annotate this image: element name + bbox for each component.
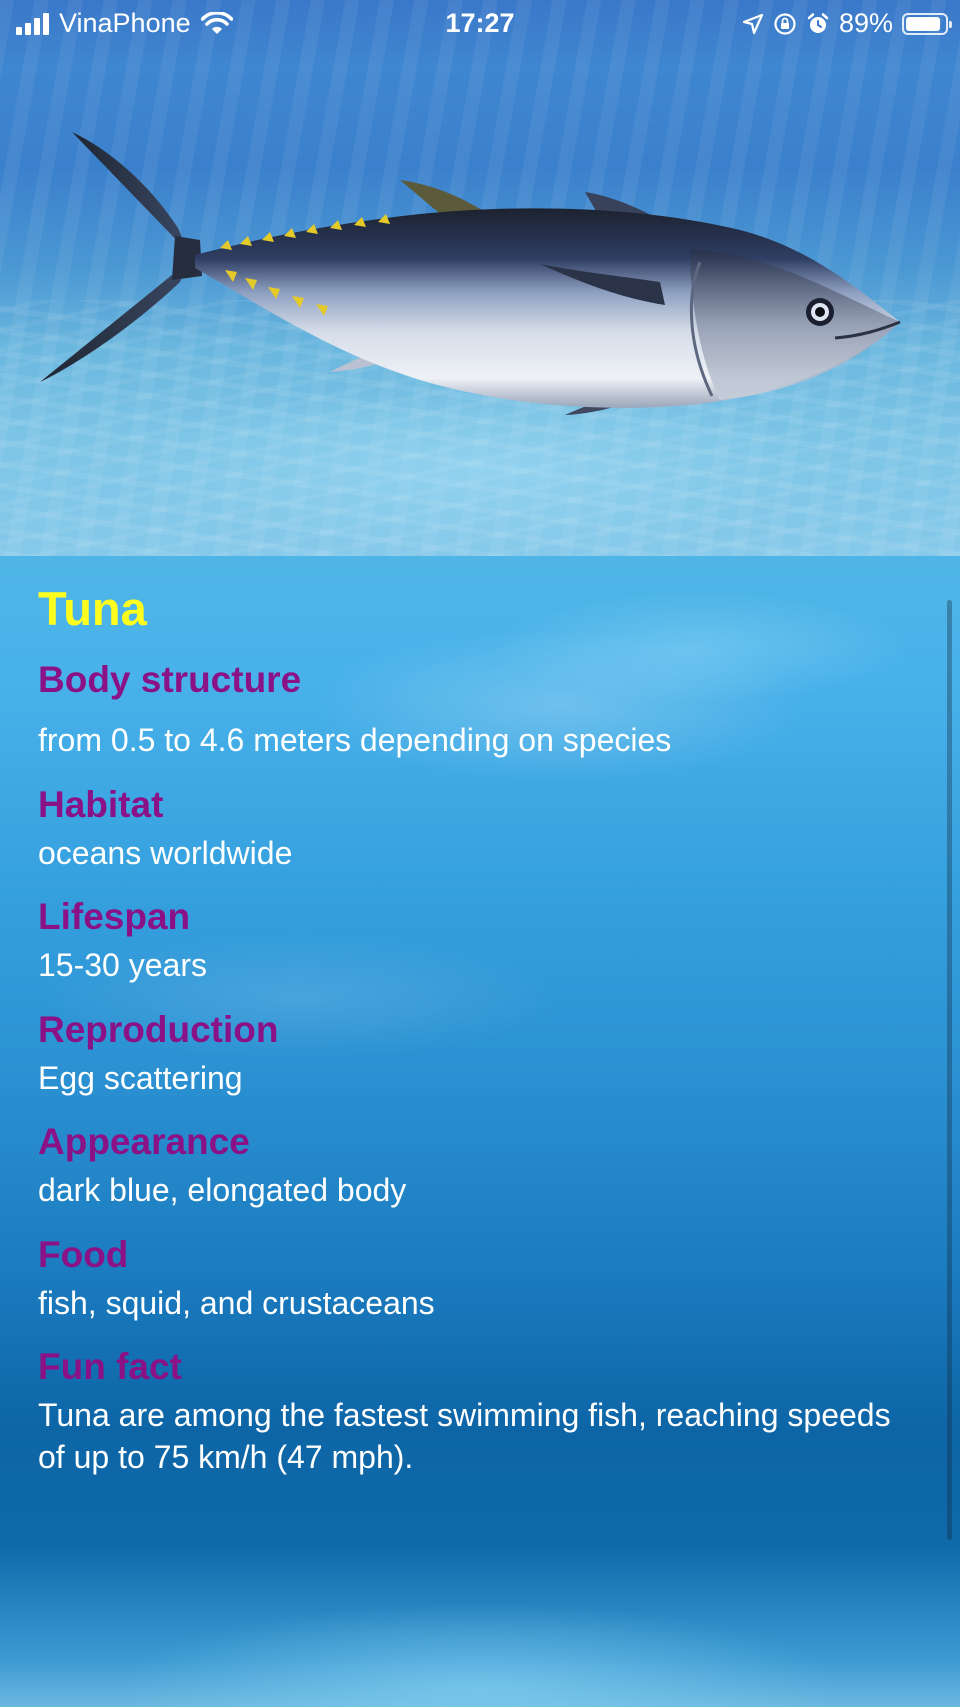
fish-name: Tuna	[38, 582, 147, 635]
section-habitat: Habitat oceans worldwide	[38, 782, 918, 874]
section-title: Habitat	[38, 783, 164, 825]
alarm-icon	[807, 12, 829, 33]
section-text: Tuna are among the fastest swimming fish…	[38, 1397, 891, 1476]
status-bar-right: 89%	[742, 8, 952, 39]
section-text: Egg scattering	[38, 1059, 243, 1096]
section-title: Lifespan	[38, 896, 191, 938]
section-text: fish, squid, and crustaceans	[38, 1284, 435, 1321]
section-reproduction: Reproduction Egg scattering	[38, 1007, 918, 1099]
section-title: Body structure	[38, 659, 302, 701]
section-text: 15-30 years	[38, 947, 207, 984]
battery-percent: 89%	[838, 8, 893, 38]
battery-icon	[902, 12, 952, 35]
section-text: dark blue, elongated body	[38, 1172, 407, 1209]
battery-level	[906, 16, 940, 31]
info-panel[interactable]: Tuna Body structure from 0.5 to 4.6 mete…	[0, 556, 960, 1707]
section-title: Food	[38, 1233, 129, 1275]
scroll-indicator[interactable]	[947, 600, 952, 1540]
section-lifespan: Lifespan 15-30 years	[38, 894, 918, 986]
section-title: Fun fact	[38, 1346, 182, 1387]
section-text: oceans worldwide	[38, 834, 293, 871]
section-body-structure: Body structure from 0.5 to 4.6 meters de…	[38, 657, 918, 761]
hero-image	[0, 0, 960, 556]
rotation-lock-icon	[774, 12, 796, 35]
tuna-image	[40, 132, 901, 415]
status-bar: VinaPhone 17:27 89%	[0, 0, 960, 48]
section-title: Reproduction	[38, 1008, 279, 1050]
section-title: Appearance	[38, 1121, 250, 1163]
location-arrow-icon	[742, 13, 764, 34]
section-food: Food fish, squid, and crustaceans	[38, 1232, 918, 1324]
section-appearance: Appearance dark blue, elongated body	[38, 1119, 918, 1211]
section-text: from 0.5 to 4.6 meters depending on spec…	[38, 722, 672, 759]
section-fun-fact: Fun fact Tuna are among the fastest swim…	[38, 1344, 918, 1479]
fish-details: Tuna Body structure from 0.5 to 4.6 mete…	[38, 578, 918, 1479]
